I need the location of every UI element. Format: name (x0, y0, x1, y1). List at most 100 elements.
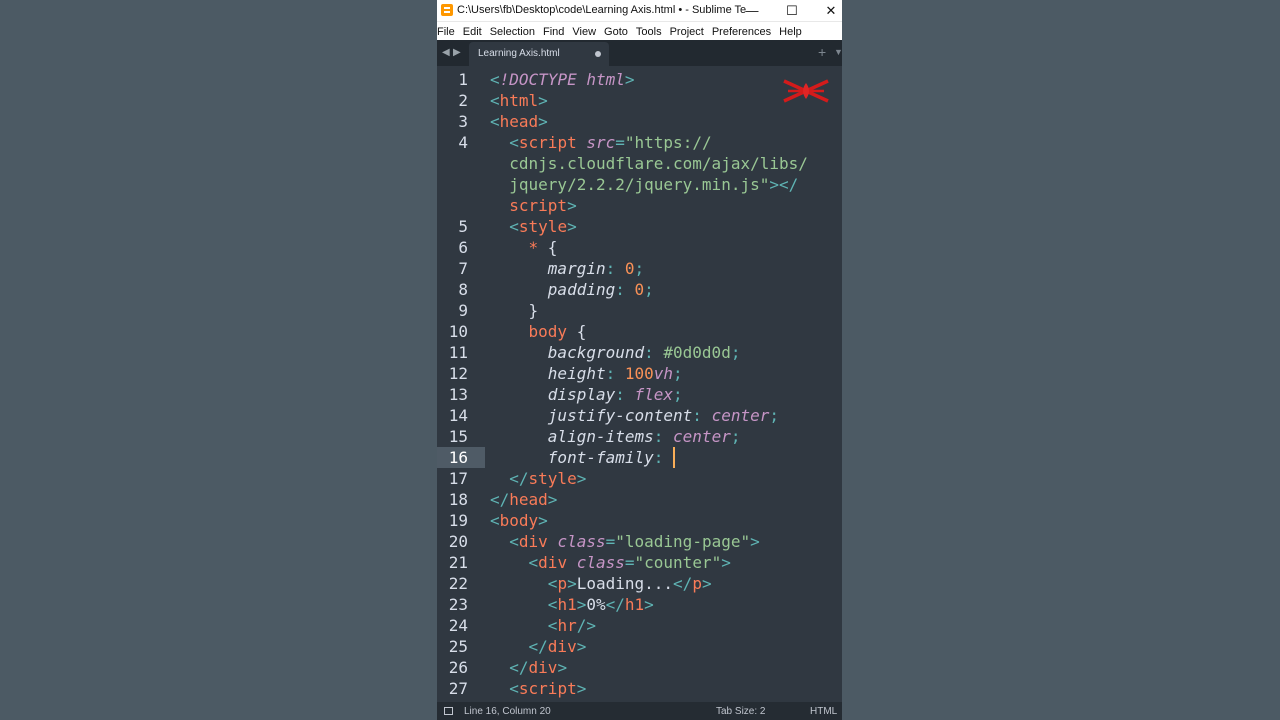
code-line[interactable]: font-family: (490, 447, 673, 468)
code-token: head (509, 490, 548, 509)
new-tab-plus-icon[interactable]: + (818, 44, 826, 60)
code-line[interactable]: jquery/2.2.2/jquery.min.js"></ (490, 174, 798, 195)
code-editor[interactable]: 1 <!DOCTYPE html> 2 <html> 3 <head> 4 <script … (437, 66, 842, 700)
code-token: padding (547, 280, 616, 299)
line-number: 3 (458, 112, 468, 131)
code-token: 0% (586, 595, 606, 614)
code-line[interactable]: margin: 0; (490, 258, 644, 279)
code-line[interactable]: </div> (490, 657, 567, 678)
code-token: h1 (624, 595, 645, 614)
code-token: </ (509, 658, 529, 677)
menu-view[interactable]: View (568, 24, 600, 38)
code-line[interactable]: </head> (490, 489, 557, 510)
code-line[interactable]: </style> (490, 468, 586, 489)
code-token: { (567, 322, 587, 341)
tab-label: Learning Axis.html (478, 48, 560, 59)
code-token: > (701, 574, 712, 593)
code-line[interactable]: <body> (490, 510, 548, 531)
menu-project[interactable]: Project (666, 24, 708, 38)
unsaved-dot-icon[interactable] (595, 51, 601, 57)
code-token: display (547, 385, 616, 404)
code-token: { (538, 238, 558, 257)
code-token: script (490, 196, 568, 215)
menu-preferences[interactable]: Preferences (708, 24, 775, 38)
code-line[interactable]: padding: 0; (490, 279, 654, 300)
code-line[interactable]: <p>Loading...</p> (490, 573, 712, 594)
code-line[interactable]: <hr/> (490, 615, 596, 636)
code-token: justify-content (547, 406, 693, 425)
line-number: 12 (448, 364, 468, 383)
code-line[interactable]: } (490, 300, 539, 321)
menu-tools[interactable]: Tools (632, 24, 666, 38)
tab-learning-axis[interactable]: Learning Axis.html (469, 42, 609, 66)
code-line[interactable]: * { (490, 237, 558, 258)
code-line[interactable]: background: #0d0d0d; (490, 342, 741, 363)
code-token: margin (547, 259, 606, 278)
line-number: 17 (448, 469, 468, 488)
code-line[interactable]: </div> (490, 636, 587, 657)
code-token: </ (673, 574, 693, 593)
code-line[interactable]: <!DOCTYPE html> (490, 69, 635, 90)
code-line[interactable]: <h1>0%</h1> (490, 594, 654, 615)
tab-menu-chevron-icon[interactable]: ▼ (834, 47, 842, 57)
code-line[interactable]: <div class="counter"> (490, 552, 731, 573)
code-token: = (605, 532, 616, 551)
panel-toggle-icon[interactable] (444, 707, 453, 715)
code-line[interactable]: <html> (490, 90, 548, 111)
code-line[interactable]: align-items: center; (490, 426, 741, 447)
maximize-button[interactable]: ☐ (773, 0, 811, 21)
code-token: ></ (769, 175, 799, 194)
line-number: 10 (448, 322, 468, 341)
syntax-selector[interactable]: HTML (810, 706, 837, 717)
menu-file[interactable]: File (437, 24, 459, 38)
code-token: < (490, 112, 500, 131)
menu-selection[interactable]: Selection (486, 24, 539, 38)
code-token: ; (644, 280, 654, 299)
code-line[interactable]: script> (490, 195, 576, 216)
code-line[interactable]: <script> (490, 678, 586, 699)
code-token: jquery/2.2.2/jquery.min.js" (490, 175, 770, 194)
tab-nav-right-icon[interactable]: ▶ (453, 47, 461, 58)
code-token: : (653, 448, 674, 467)
code-line[interactable]: cdnjs.cloudflare.com/ajax/libs/ (490, 153, 808, 174)
menu-help[interactable]: Help (775, 24, 806, 38)
line-number: 13 (448, 385, 468, 404)
menu-edit[interactable]: Edit (459, 24, 486, 38)
code-token: > (721, 553, 731, 572)
tab-nav-left-icon[interactable]: ◀ (442, 47, 450, 58)
code-line[interactable]: justify-content: center; (490, 405, 779, 426)
code-token: vh (653, 364, 674, 383)
line-number: 1 (458, 70, 468, 89)
minimize-button[interactable]: — (733, 0, 771, 21)
code-token: > (557, 658, 568, 677)
code-line[interactable]: <script src="https:// (490, 132, 711, 153)
code-token: </ (509, 469, 529, 488)
code-token: < (509, 679, 519, 698)
code-token: ; (673, 364, 683, 383)
code-line[interactable]: <div class="loading-page"> (490, 531, 759, 552)
menu-goto[interactable]: Goto (600, 24, 632, 38)
line-number: 5 (458, 217, 468, 236)
title-bar[interactable]: C:\Users\fb\Desktop\code\Learning Axis.h… (437, 0, 842, 21)
tab-size-selector[interactable]: Tab Size: 2 (716, 706, 765, 717)
code-line[interactable]: height: 100vh; (490, 363, 683, 384)
code-token: : (615, 385, 635, 404)
code-line[interactable]: <style> (490, 216, 576, 237)
code-line[interactable]: display: flex; (490, 384, 683, 405)
code-token: height (547, 364, 606, 383)
close-button[interactable]: ✕ (812, 0, 842, 21)
code-line[interactable]: <head> (490, 111, 548, 132)
code-token: /> (576, 616, 596, 635)
code-token: div (538, 553, 577, 572)
code-line[interactable]: body { (490, 321, 587, 342)
code-token: ; (673, 385, 683, 404)
code-token: > (538, 112, 548, 131)
menu-find[interactable]: Find (539, 24, 568, 38)
